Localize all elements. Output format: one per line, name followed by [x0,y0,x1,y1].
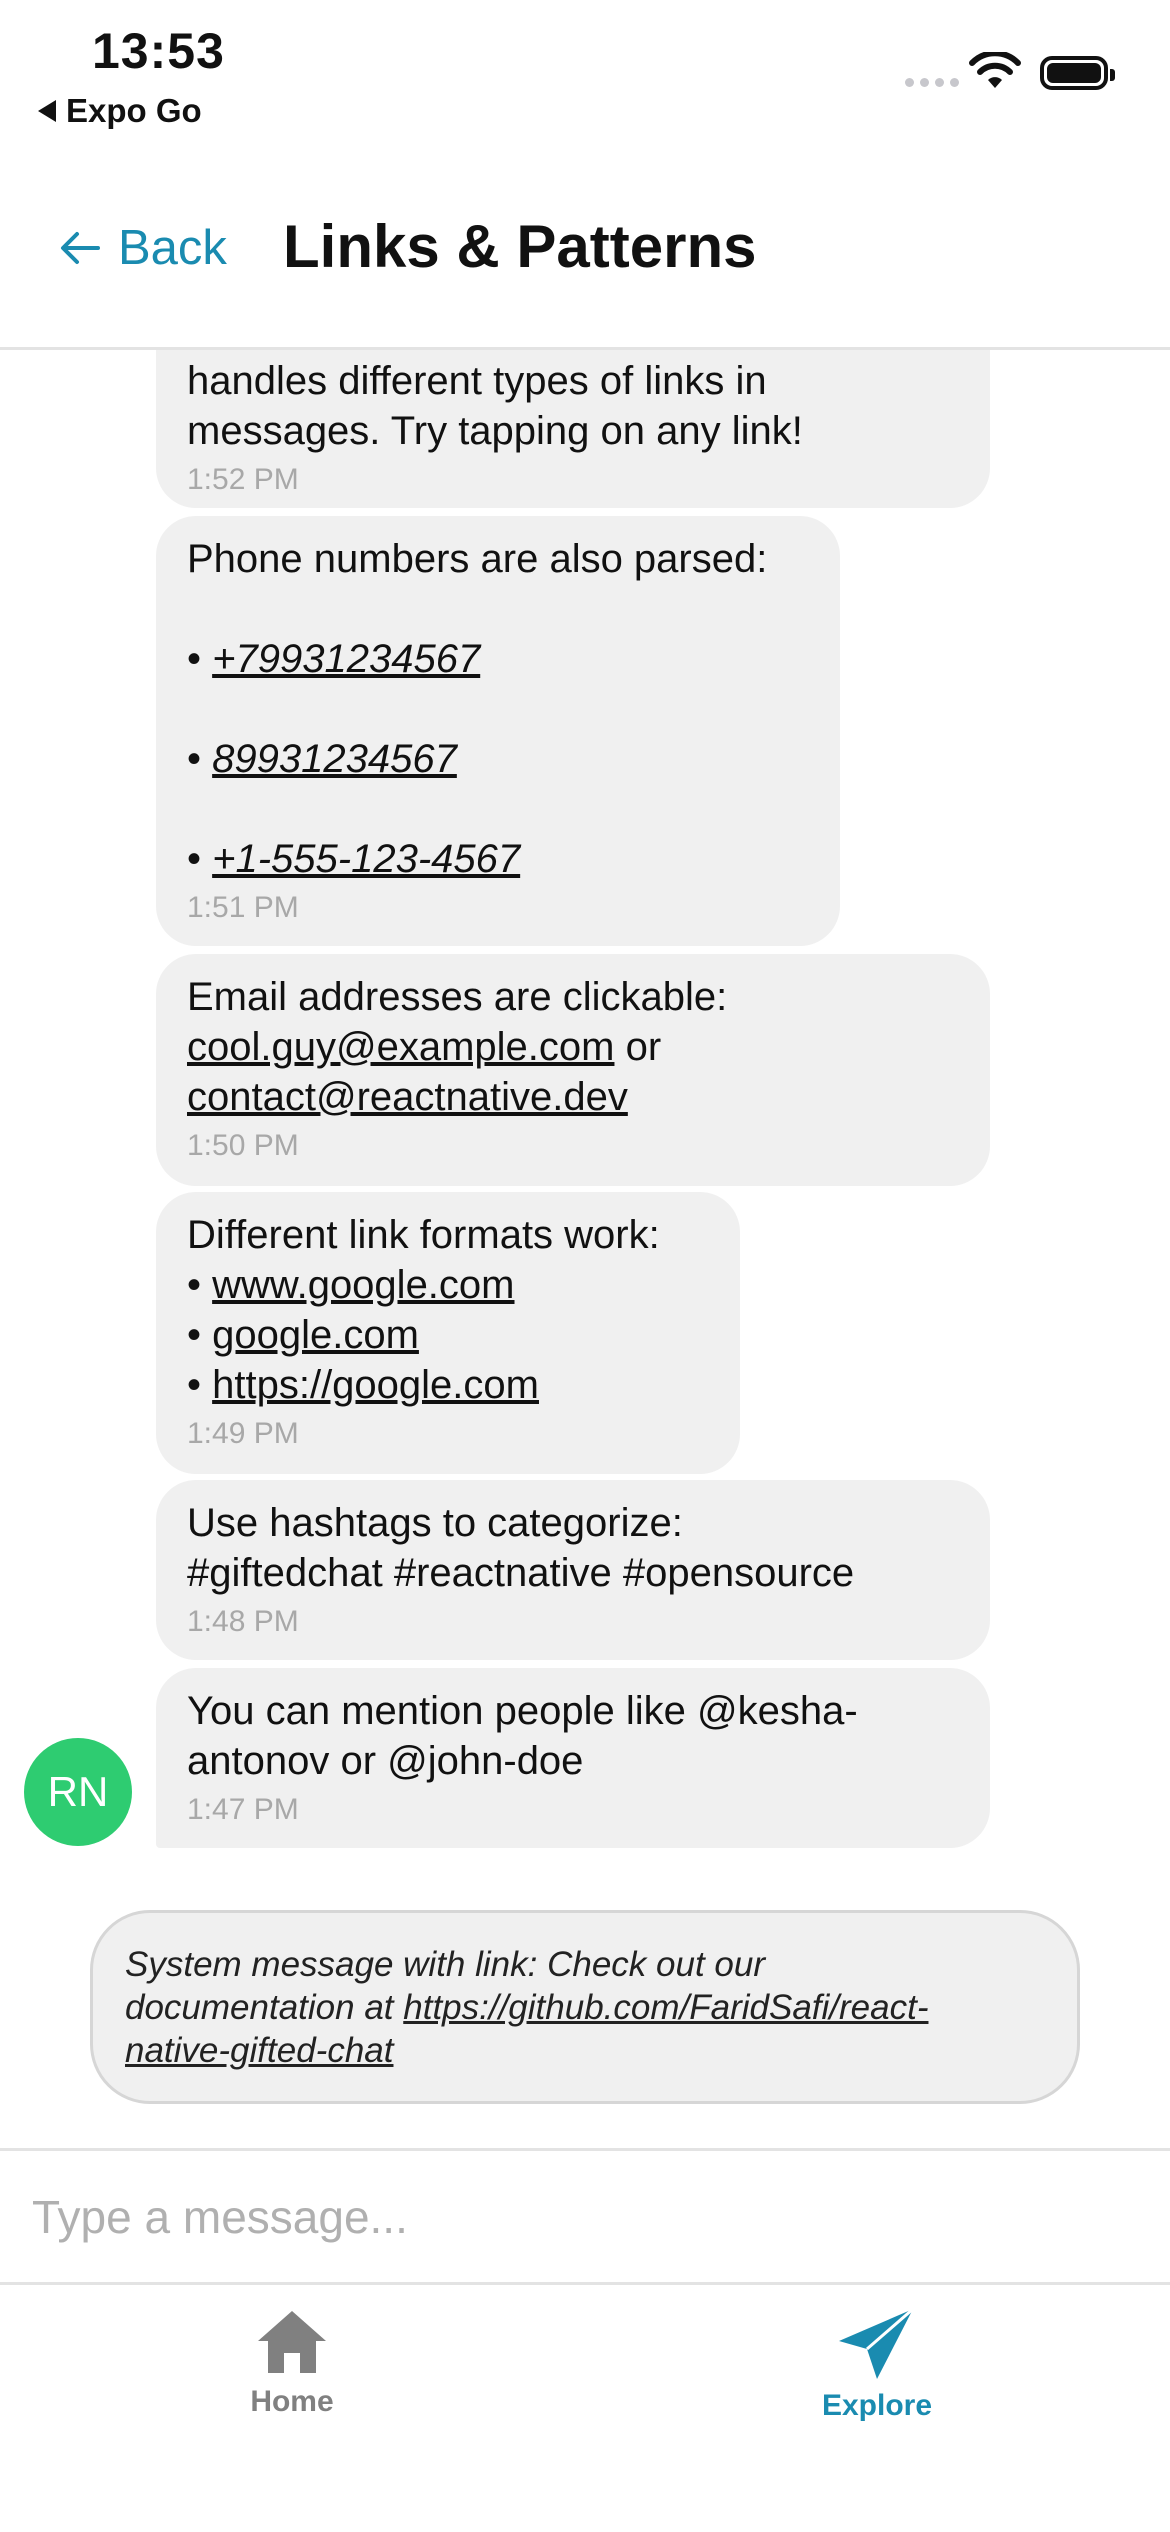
list-item: • +79931234567 [187,637,481,681]
battery-icon [1040,56,1115,90]
message-text: antonov or @john-doe [187,1739,584,1783]
phone-link[interactable]: +1-555-123-4567 [212,837,520,881]
back-button-label: Back [118,221,227,275]
cellular-signal-icon [905,78,959,87]
message-bubble: Email addresses are clickable: cool.guy@… [156,954,990,1186]
message-bubble: Phone numbers are also parsed: • +799312… [156,516,840,946]
message-list[interactable]: handles different types of links in mess… [0,350,1170,2150]
list-item: • 89931234567 [187,737,457,781]
github-link-continued[interactable]: native-gifted-chat [125,2031,393,2070]
tab-home-label: Home [250,2385,334,2418]
message-timestamp: 1:48 PM [187,1605,299,1638]
message-text: Email addresses are clickable: [187,975,728,1019]
message-text: You can mention people like @kesha- [187,1689,858,1733]
message-input[interactable] [30,2181,1134,2253]
list-item: • https://google.com [187,1363,539,1407]
url-link[interactable]: google.com [212,1313,419,1357]
message-bubble: handles different types of links in mess… [156,350,990,508]
message-timestamp: 1:52 PM [187,463,299,496]
phone-link[interactable]: +79931234567 [212,637,480,681]
list-item: • +1-555-123-4567 [187,837,521,881]
message-bubble: You can mention people like @kesha- anto… [156,1668,990,1848]
url-link[interactable]: www.google.com [212,1263,514,1307]
paper-plane-icon [839,2307,914,2379]
wifi-icon [969,52,1021,88]
message-text: handles different types of links in mess… [187,359,803,453]
back-to-app-link[interactable]: Expo Go [38,92,202,130]
navigation-header: Back Links & Patterns [0,150,1170,350]
system-message-text: documentation at [125,1988,404,2027]
back-button[interactable]: Back [60,220,227,276]
message-text: or [614,1025,662,1069]
message-timestamp: 1:51 PM [187,891,299,924]
home-icon [258,2311,326,2373]
status-time: 13:53 [92,23,225,79]
tab-home[interactable]: Home [172,2307,412,2419]
message-timestamp: 1:49 PM [187,1417,299,1450]
message-bubble: Use hashtags to categorize: #giftedchat … [156,1480,990,1660]
email-link[interactable]: cool.guy@example.com [187,1025,614,1069]
message-text: Different link formats work: [187,1213,660,1257]
back-triangle-icon [38,100,56,122]
list-item: • www.google.com [187,1263,515,1307]
page-title: Links & Patterns [283,213,757,280]
hashtag-text: #giftedchat #reactnative #opensource [187,1551,855,1595]
github-link[interactable]: https://github.com/FaridSafi/react- [403,1988,928,2027]
back-to-app-label: Expo Go [66,92,202,129]
tab-bar: Home Explore [0,2282,1170,2532]
message-timestamp: 1:50 PM [187,1129,299,1162]
message-text: Phone numbers are also parsed: [187,537,768,581]
tab-explore[interactable]: Explore [757,2307,997,2423]
list-item: • google.com [187,1313,419,1357]
arrow-left-icon [61,232,100,264]
system-message: System message with link: Check out our … [90,1910,1080,2104]
message-timestamp: 1:47 PM [187,1793,299,1826]
avatar[interactable]: RN [24,1738,132,1846]
message-bubble: Different link formats work: • www.googl… [156,1192,740,1474]
tab-explore-label: Explore [821,2389,933,2422]
message-text: Use hashtags to categorize: [187,1501,683,1545]
url-link[interactable]: https://google.com [212,1363,539,1407]
email-link[interactable]: contact@reactnative.dev [187,1075,628,1119]
phone-link[interactable]: 89931234567 [212,737,457,781]
system-message-text: System message with link: Check out our [125,1945,765,1984]
message-composer [0,2148,1170,2282]
status-bar: 13:53 Expo Go [0,0,1170,150]
